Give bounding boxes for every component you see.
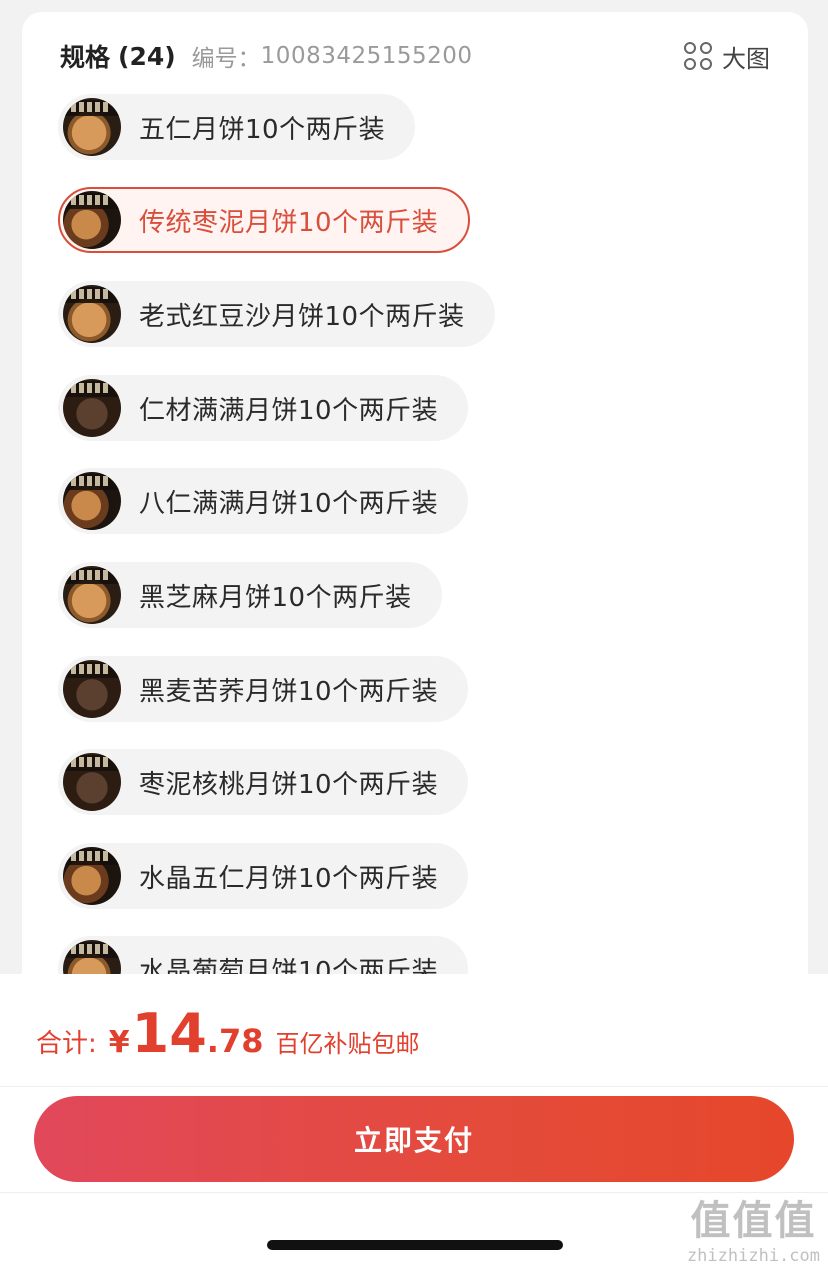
spec-option-label: 黑麦苦荞月饼10个两斤装: [139, 676, 439, 707]
mooncake-thumbnail: [63, 191, 121, 249]
spec-option-label: 老式红豆沙月饼10个两斤装: [139, 301, 465, 332]
divider: [0, 1086, 828, 1087]
spec-header: 规格 (24) 编号： 10083425155200 大图: [60, 36, 770, 76]
product-code-label: 编号：: [191, 46, 261, 72]
subsidy-badge: 百亿补贴包邮: [275, 1030, 420, 1058]
watermark: 值值值 zhizhizhi.com: [687, 1188, 820, 1266]
grid-view-icon: [684, 42, 712, 70]
spec-option[interactable]: 八仁满满月饼10个两斤装: [58, 468, 469, 534]
watermark-logo: 值值值: [690, 1198, 817, 1244]
big-image-label: 大图: [722, 44, 770, 73]
spec-panel: 规格 (24) 编号： 10083425155200 大图 五仁月饼10个两斤装…: [22, 12, 808, 1022]
spec-option[interactable]: 水晶五仁月饼10个两斤装: [58, 843, 469, 909]
price-integer: 14: [131, 1002, 207, 1065]
spec-count: (24): [118, 41, 176, 71]
spec-option[interactable]: 五仁月饼10个两斤装: [58, 94, 416, 160]
order-total: 合计: ¥ 14 .78 百亿补贴包邮: [36, 1002, 419, 1065]
spec-option-label: 水晶五仁月饼10个两斤装: [139, 863, 439, 894]
total-label: 合计:: [36, 1029, 97, 1059]
mooncake-thumbnail: [63, 472, 121, 530]
pay-now-button[interactable]: 立即支付: [34, 1096, 794, 1182]
mooncake-thumbnail: [63, 660, 121, 718]
spec-option[interactable]: 黑麦苦荞月饼10个两斤装: [58, 656, 469, 722]
product-code-value: 10083425155200: [260, 43, 473, 69]
mooncake-thumbnail: [63, 98, 121, 156]
spec-option[interactable]: 仁材满满月饼10个两斤装: [58, 375, 469, 441]
spec-option[interactable]: 枣泥核桃月饼10个两斤装: [58, 749, 469, 815]
spec-option-label: 枣泥核桃月饼10个两斤装: [139, 769, 439, 800]
spec-option-label: 传统枣泥月饼10个两斤装: [139, 207, 439, 238]
mooncake-thumbnail: [63, 379, 121, 437]
spec-option-label: 五仁月饼10个两斤装: [139, 114, 386, 145]
spec-option-selected[interactable]: 传统枣泥月饼10个两斤装: [58, 187, 471, 253]
currency-symbol: ¥: [108, 1025, 130, 1060]
checkout-bar: 合计: ¥ 14 .78 百亿补贴包邮 立即支付 值值值 zhizhizhi.c…: [0, 974, 828, 1267]
watermark-url: zhizhizhi.com: [686, 1246, 820, 1266]
big-image-button[interactable]: 大图: [684, 36, 770, 76]
spec-option-label: 仁材满满月饼10个两斤装: [139, 395, 439, 426]
spec-option[interactable]: 黑芝麻月饼10个两斤装: [58, 562, 442, 628]
spec-selection-page: 规格 (24) 编号： 10083425155200 大图 五仁月饼10个两斤装…: [0, 0, 828, 1267]
spec-option[interactable]: 老式红豆沙月饼10个两斤装: [58, 281, 495, 347]
mooncake-thumbnail: [63, 566, 121, 624]
spec-option-label: 黑芝麻月饼10个两斤装: [139, 582, 412, 613]
spec-title: 规格: [60, 43, 111, 72]
spec-option-label: 八仁满满月饼10个两斤装: [139, 488, 439, 519]
mooncake-thumbnail: [63, 285, 121, 343]
mooncake-thumbnail: [63, 847, 121, 905]
mooncake-thumbnail: [63, 753, 121, 811]
price-decimal: .78: [206, 1022, 264, 1060]
home-indicator[interactable]: [267, 1240, 563, 1250]
